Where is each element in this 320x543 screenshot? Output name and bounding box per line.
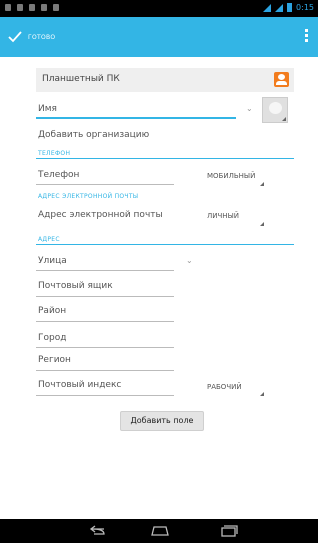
account-header: Планшетный ПК bbox=[36, 68, 294, 92]
expand-address-icon[interactable]: ⌄ bbox=[186, 256, 193, 265]
status-icons: 0:15 bbox=[263, 3, 314, 12]
pobox-input[interactable]: Почтовый ящик bbox=[38, 281, 113, 291]
overflow-menu-icon[interactable] bbox=[305, 29, 308, 42]
phone-type-dropdown-icon bbox=[260, 182, 264, 186]
email-input[interactable]: Адрес электронной почты bbox=[38, 210, 163, 220]
add-organization-link[interactable]: Добавить организацию bbox=[38, 130, 149, 140]
status-bar: 0:15 bbox=[0, 0, 318, 17]
name-underline bbox=[36, 117, 236, 119]
region-underline bbox=[36, 370, 174, 371]
notification-icon bbox=[41, 4, 47, 11]
phone-input[interactable]: Телефон bbox=[38, 170, 79, 180]
wifi-icon bbox=[263, 3, 272, 12]
battery-icon bbox=[287, 3, 293, 12]
recent-apps-icon[interactable] bbox=[220, 525, 238, 537]
phone-type-spinner[interactable]: МОБИЛЬНЫЙ bbox=[207, 172, 255, 180]
add-field-button[interactable]: Добавить поле bbox=[120, 411, 204, 431]
email-type-dropdown-icon bbox=[260, 222, 264, 226]
address-type-dropdown-icon bbox=[260, 392, 264, 396]
email-type-spinner[interactable]: ЛИЧНЫЙ bbox=[207, 212, 239, 220]
notification-icons bbox=[5, 4, 59, 11]
notification-icon bbox=[5, 4, 11, 11]
street-input[interactable]: Улица bbox=[38, 256, 67, 266]
phone-section-title: ТЕЛЕФОН bbox=[38, 150, 71, 157]
city-input[interactable]: Город bbox=[38, 333, 66, 343]
expand-name-icon[interactable]: ⌄ bbox=[246, 104, 253, 113]
back-icon[interactable] bbox=[88, 525, 106, 537]
phone-underline bbox=[36, 184, 174, 185]
street-underline bbox=[36, 270, 174, 271]
photo-dropdown-icon bbox=[282, 117, 286, 121]
account-label: Планшетный ПК bbox=[42, 74, 120, 84]
done-label: ГОТОВО bbox=[28, 33, 56, 41]
address-type-spinner[interactable]: РАБОЧИЙ bbox=[207, 383, 242, 391]
name-input[interactable]: Имя bbox=[38, 104, 57, 114]
notification-icon bbox=[53, 4, 59, 11]
signal-icon bbox=[275, 3, 284, 12]
city-underline bbox=[36, 347, 174, 348]
status-time: 0:15 bbox=[296, 3, 314, 12]
pobox-underline bbox=[36, 296, 174, 297]
home-icon[interactable] bbox=[150, 525, 170, 537]
checkmark-icon bbox=[8, 31, 22, 43]
address-section-title: АДРЕС bbox=[38, 236, 60, 243]
region-input[interactable]: Регион bbox=[38, 355, 71, 365]
notification-icon bbox=[17, 4, 23, 11]
address-section-divider bbox=[36, 244, 294, 245]
postcode-underline bbox=[36, 395, 174, 396]
contact-account-icon bbox=[274, 72, 289, 87]
district-input[interactable]: Район bbox=[38, 306, 66, 316]
email-section-title: АДРЕС ЭЛЕКТРОННОЙ ПОЧТЫ bbox=[38, 193, 139, 200]
navigation-bar bbox=[0, 519, 318, 543]
district-underline bbox=[36, 321, 174, 322]
postcode-input[interactable]: Почтовый индекс bbox=[38, 380, 121, 390]
action-bar: ГОТОВО bbox=[0, 17, 318, 57]
contact-photo[interactable] bbox=[262, 97, 288, 123]
done-button[interactable]: ГОТОВО bbox=[8, 27, 55, 47]
notification-icon bbox=[29, 4, 35, 11]
phone-section-divider bbox=[36, 158, 294, 159]
